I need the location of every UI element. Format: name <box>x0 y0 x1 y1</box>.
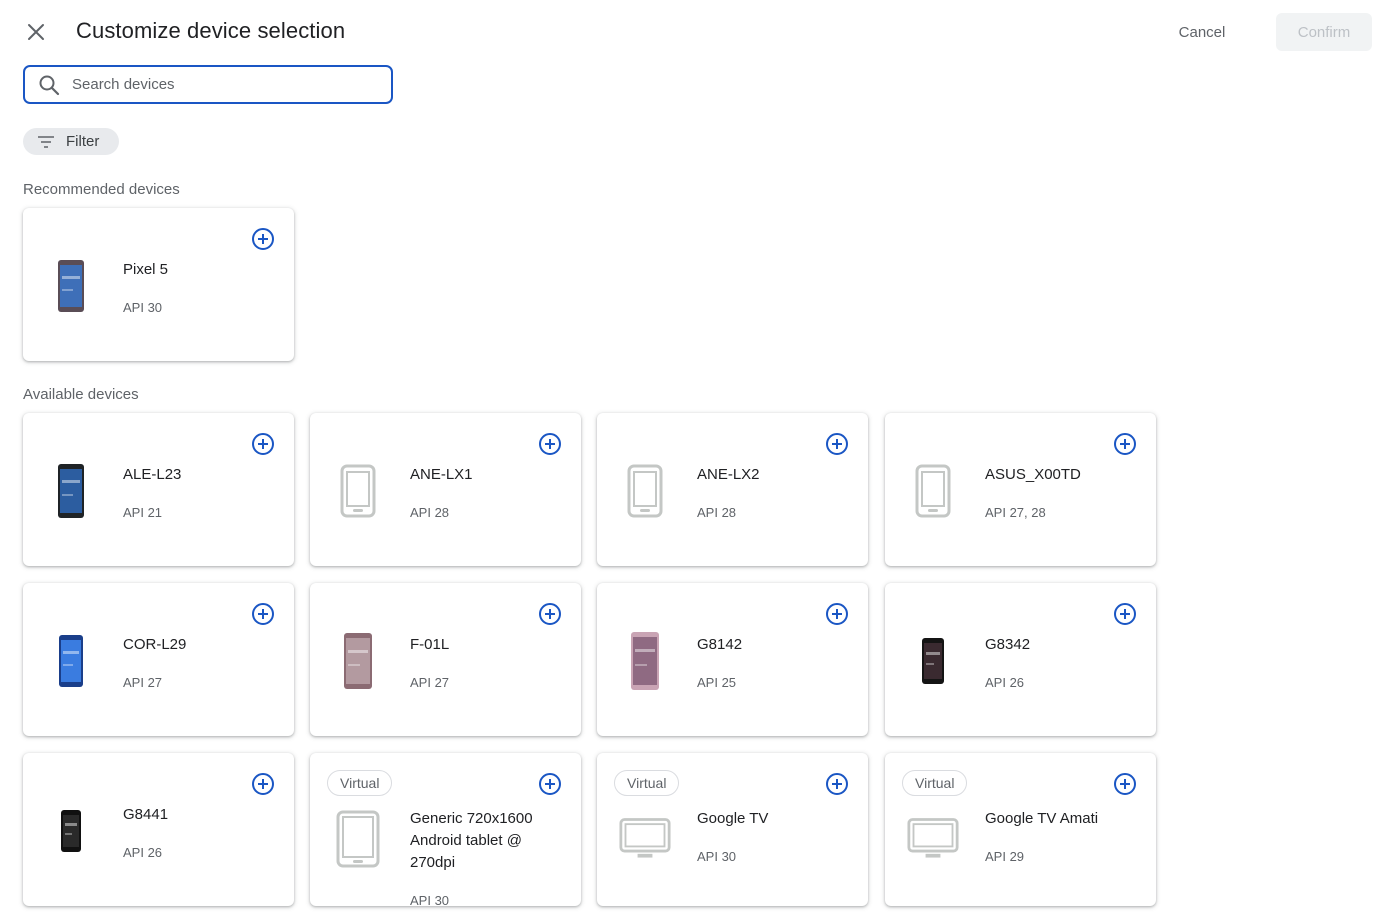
device-api-level: API 25 <box>697 675 737 690</box>
device-api-level: API 27 <box>410 675 450 690</box>
device-api-level: API 27, 28 <box>985 505 1046 520</box>
device-api-level: API 21 <box>123 505 163 520</box>
virtual-badge: Virtual <box>902 770 968 796</box>
device-card[interactable]: Virtual Google TV API 30 <box>597 753 868 906</box>
device-name: G8342 <box>985 636 1031 653</box>
add-device-button[interactable] <box>825 432 849 456</box>
device-api-level: API 27 <box>123 675 163 690</box>
tablet-generic-icon <box>332 807 384 871</box>
add-device-button[interactable] <box>1113 602 1137 626</box>
add-circle-icon <box>252 773 274 795</box>
virtual-badge: Virtual <box>614 770 680 796</box>
tv-generic-icon <box>907 807 959 871</box>
add-circle-icon <box>539 433 561 455</box>
virtual-badge: Virtual <box>327 770 393 796</box>
recommended-devices-heading: Recommended devices <box>23 181 180 198</box>
device-card[interactable]: G8142 API 25 <box>597 583 868 736</box>
phone-photo-mauve-image <box>332 629 384 693</box>
device-name: ANE-LX2 <box>697 466 760 483</box>
add-device-button[interactable] <box>825 772 849 796</box>
device-api-level: API 30 <box>410 893 450 908</box>
phone-photo-black-image <box>907 629 959 693</box>
add-circle-icon <box>252 433 274 455</box>
phone-generic-icon <box>907 459 959 523</box>
device-api-level: API 28 <box>697 505 737 520</box>
device-card[interactable]: ASUS_X00TD API 27, 28 <box>885 413 1156 566</box>
device-api-level: API 29 <box>985 849 1025 864</box>
search-box[interactable] <box>23 65 393 104</box>
add-circle-icon <box>1114 603 1136 625</box>
filter-button[interactable]: Filter <box>23 128 119 155</box>
page-title: Customize device selection <box>76 18 346 43</box>
phone-photo-pink-image <box>619 629 671 693</box>
device-card[interactable]: COR-L29 API 27 <box>23 583 294 736</box>
device-name: Google TV Amati <box>985 810 1099 827</box>
device-name: ALE-L23 <box>123 466 182 483</box>
add-device-button[interactable] <box>538 432 562 456</box>
phone-photo-dark-image <box>45 459 97 523</box>
device-name: ASUS_X00TD <box>985 466 1081 483</box>
device-card[interactable]: ANE-LX1 API 28 <box>310 413 581 566</box>
device-card[interactable]: ALE-L23 API 21 <box>23 413 294 566</box>
available-devices-heading: Available devices <box>23 386 139 403</box>
device-card[interactable]: ANE-LX2 API 28 <box>597 413 868 566</box>
device-card[interactable]: F-01L API 27 <box>310 583 581 736</box>
device-name: COR-L29 <box>123 636 187 653</box>
close-button[interactable] <box>22 18 50 46</box>
add-device-button[interactable] <box>538 602 562 626</box>
add-circle-icon <box>1114 773 1136 795</box>
device-api-level: API 30 <box>697 849 737 864</box>
device-name: G8441 <box>123 806 169 823</box>
close-icon <box>28 24 44 40</box>
add-device-button[interactable] <box>825 602 849 626</box>
device-name: Google TV <box>697 810 769 827</box>
add-device-button[interactable] <box>251 432 275 456</box>
device-name: F-01L <box>410 636 450 653</box>
device-card[interactable]: G8441 API 26 <box>23 753 294 906</box>
device-card[interactable]: Virtual Generic 720x1600 Android tablet @… <box>310 753 581 908</box>
pixel5-photo-image <box>45 254 97 318</box>
device-card[interactable]: Virtual Google TV Amati API 29 <box>885 753 1156 906</box>
add-circle-icon <box>539 773 561 795</box>
add-circle-icon <box>252 603 274 625</box>
phone-generic-icon <box>332 459 384 523</box>
add-device-button[interactable] <box>1113 772 1137 796</box>
device-name: G8142 <box>697 636 743 653</box>
add-circle-icon <box>826 433 848 455</box>
search-icon <box>39 75 60 95</box>
device-api-level: API 28 <box>410 505 450 520</box>
add-circle-icon <box>826 603 848 625</box>
add-circle-icon <box>539 603 561 625</box>
add-circle-icon <box>1114 433 1136 455</box>
phone-photo-blue-image <box>45 629 97 693</box>
device-name: Pixel 5 <box>123 261 169 278</box>
filter-list-icon <box>38 135 54 148</box>
add-circle-icon <box>826 773 848 795</box>
device-api-level: API 26 <box>985 675 1025 690</box>
add-device-button[interactable] <box>251 602 275 626</box>
add-device-button[interactable] <box>1113 432 1137 456</box>
add-circle-icon <box>252 228 274 250</box>
confirm-button[interactable]: Confirm <box>1276 13 1372 51</box>
phone-generic-icon <box>619 459 671 523</box>
device-card[interactable]: G8342 API 26 <box>885 583 1156 736</box>
device-name: Generic 720x1600 Android tablet @ 270dpi <box>410 810 533 871</box>
device-api-level: API 30 <box>123 300 163 315</box>
add-device-button[interactable] <box>251 227 275 251</box>
add-device-button[interactable] <box>538 772 562 796</box>
device-name: ANE-LX1 <box>410 466 473 483</box>
dialog-header: Customize device selection Cancel Confir… <box>0 0 1400 64</box>
device-card[interactable]: Pixel 5 API 30 <box>23 208 294 361</box>
phone-photo-black-small-image <box>45 799 97 863</box>
tv-generic-icon <box>619 807 671 871</box>
add-device-button[interactable] <box>251 772 275 796</box>
device-api-level: API 26 <box>123 845 163 860</box>
filter-label: Filter <box>66 133 100 150</box>
search-input[interactable] <box>72 76 372 93</box>
cancel-button[interactable]: Cancel <box>1160 14 1244 50</box>
